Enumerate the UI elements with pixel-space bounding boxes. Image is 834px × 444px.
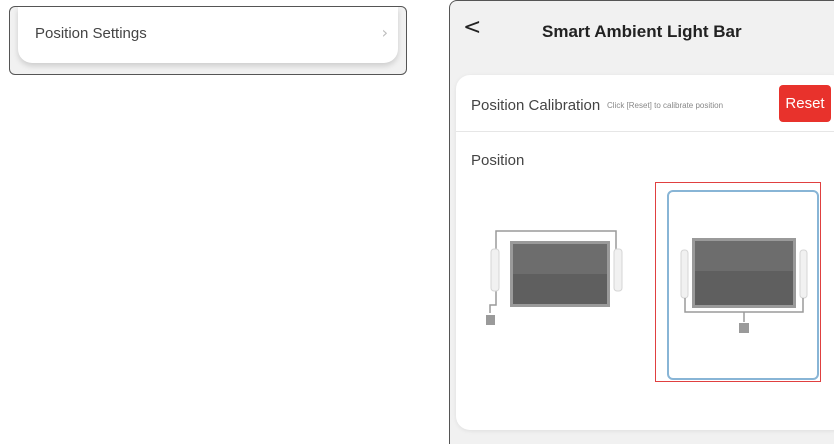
position-option-side-bars[interactable] xyxy=(482,221,632,341)
calibration-row: Position Calibration Click [Reset] to ca… xyxy=(456,75,834,132)
calibration-hint: Click [Reset] to calibrate position xyxy=(607,101,724,110)
page-title: Smart Ambient Light Bar xyxy=(542,22,742,41)
tv-side-bars-illustration xyxy=(486,230,623,325)
tv-mounted-illustration xyxy=(680,238,808,333)
position-option-mounted-selected[interactable] xyxy=(667,190,819,380)
top-bar: < Smart Ambient Light Bar xyxy=(450,1,834,61)
position-settings-label: Position Settings xyxy=(35,25,147,42)
position-label: Position xyxy=(471,152,525,169)
light-bar-screen: < Smart Ambient Light Bar Position Calib… xyxy=(449,0,834,444)
position-settings-row[interactable]: Position Settings › xyxy=(18,7,398,63)
chevron-right-icon: › xyxy=(381,23,388,42)
calibration-title: Position Calibration xyxy=(471,97,601,114)
back-arrow-icon[interactable]: < xyxy=(463,17,481,39)
reset-button[interactable]: Reset xyxy=(779,85,831,122)
settings-panel: Position Settings › xyxy=(9,6,407,75)
position-card: Position Calibration Click [Reset] to ca… xyxy=(456,75,834,430)
